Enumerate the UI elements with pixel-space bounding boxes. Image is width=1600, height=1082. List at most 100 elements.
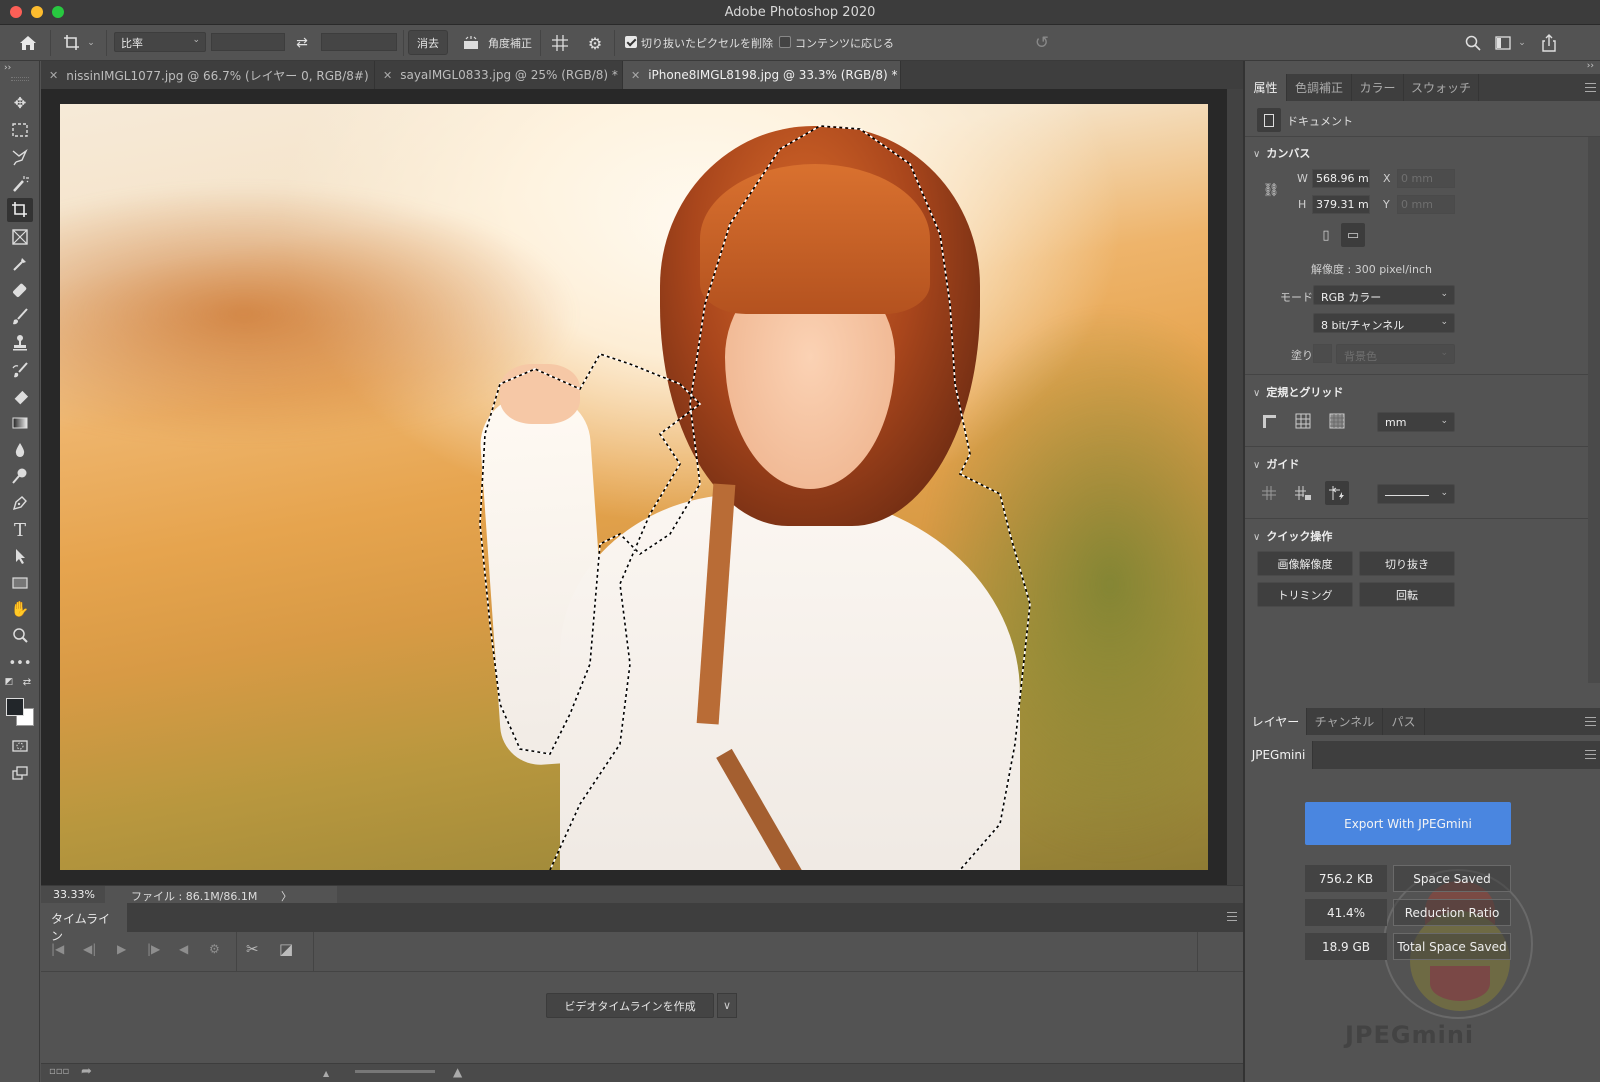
rectangle-tool-icon[interactable]	[7, 571, 33, 595]
guide-style-select[interactable]: ⌄	[1377, 484, 1455, 504]
frame-tool-icon[interactable]	[7, 225, 33, 249]
history-brush-tool-icon[interactable]	[7, 358, 33, 382]
quick-mask-icon[interactable]	[7, 734, 33, 758]
crop-width-input[interactable]	[211, 33, 285, 51]
portrait-orientation-icon[interactable]: ▯	[1314, 223, 1338, 247]
status-menu-arrow[interactable]: 〉	[281, 888, 292, 904]
swap-colors-icon[interactable]: ⇄	[20, 675, 34, 689]
workspace-chevron-icon[interactable]: ⌄	[1516, 31, 1528, 55]
crop-height-input[interactable]	[321, 33, 397, 51]
healing-brush-tool-icon[interactable]	[7, 278, 33, 302]
crop-tool-preset-icon[interactable]: ⌄	[60, 31, 98, 55]
create-video-timeline-button[interactable]: ビデオタイムラインを作成	[546, 993, 714, 1018]
tab-color[interactable]: カラー	[1352, 74, 1404, 101]
pixel-grid-icon[interactable]	[1325, 409, 1349, 433]
eyedropper-tool-icon[interactable]	[7, 252, 33, 276]
home-icon[interactable]	[16, 31, 40, 55]
zoom-out-timeline-icon[interactable]: ▲	[323, 1069, 329, 1078]
export-with-jpegmini-button[interactable]: Export With JPEGmini	[1305, 802, 1511, 845]
default-colors-icon[interactable]: ◩	[2, 675, 16, 689]
playback-settings-icon[interactable]: ⚙	[209, 942, 220, 956]
reset-icon[interactable]: ↺	[1030, 31, 1054, 55]
swap-dimensions-icon[interactable]: ⇄	[292, 31, 312, 55]
document-image[interactable]	[60, 104, 1208, 870]
collapse-panels-icon[interactable]: ››	[1587, 61, 1594, 71]
gear-icon[interactable]: ⚙	[583, 31, 607, 55]
properties-menu-icon[interactable]	[1585, 83, 1596, 92]
blur-tool-icon[interactable]	[7, 438, 33, 462]
grid-icon[interactable]	[1291, 409, 1315, 433]
play-icon[interactable]: ▶	[117, 942, 126, 956]
trim-button[interactable]: トリミング	[1257, 582, 1353, 607]
timeline-type-dropdown[interactable]: ∨	[717, 993, 737, 1018]
content-aware-checkbox[interactable]	[779, 36, 791, 48]
zoom-in-timeline-icon[interactable]: ▲	[453, 1065, 462, 1079]
timeline-menu-icon[interactable]	[1227, 912, 1237, 921]
more-tools-icon[interactable]: •••	[7, 651, 33, 675]
crop-tool-icon[interactable]	[7, 198, 33, 222]
document-tab[interactable]: ✕ sayaIMGL0833.jpg @ 25% (RGB/8) *	[375, 61, 623, 89]
previous-frame-icon[interactable]: ◀|	[83, 942, 96, 956]
delete-cropped-pixels-checkbox[interactable]	[625, 36, 637, 48]
workspace-icon[interactable]	[1492, 31, 1514, 55]
share-icon[interactable]	[1538, 31, 1560, 55]
fill-select[interactable]: 背景色 ⌄	[1336, 344, 1455, 364]
canvas-width-input[interactable]: 568.96 m	[1312, 169, 1370, 188]
tab-jpegmini[interactable]: JPEGmini	[1245, 741, 1313, 769]
clear-button[interactable]: 消去	[408, 30, 448, 55]
magic-wand-tool-icon[interactable]	[7, 172, 33, 196]
ruler-units-select[interactable]: mm ⌄	[1377, 412, 1455, 432]
landscape-orientation-icon[interactable]: ▭	[1341, 223, 1365, 247]
move-tool-icon[interactable]: ✥	[7, 91, 33, 115]
tab-properties[interactable]: 属性	[1245, 74, 1287, 101]
document-tab[interactable]: ✕ nissinIMGL1077.jpg @ 66.7% (レイヤー 0, RG…	[41, 61, 375, 89]
section-guides[interactable]: ∨ ガイド	[1253, 456, 1299, 472]
collapse-toolbar-icon[interactable]: ››	[4, 63, 11, 73]
rulers-icon[interactable]	[1257, 409, 1281, 433]
smart-guides-icon[interactable]	[1325, 481, 1349, 505]
ratio-select[interactable]: 比率 ⌄	[114, 32, 206, 52]
search-icon[interactable]	[1462, 31, 1484, 55]
dodge-tool-icon[interactable]	[7, 464, 33, 488]
screen-mode-icon[interactable]	[7, 761, 33, 785]
lasso-tool-icon[interactable]	[7, 145, 33, 169]
tab-swatches[interactable]: スウォッチ	[1404, 74, 1479, 101]
image-size-button[interactable]: 画像解像度	[1257, 551, 1353, 576]
canvas-vertical-scrollbar[interactable]	[1227, 89, 1243, 885]
properties-scrollbar[interactable]	[1588, 137, 1600, 683]
lock-guides-icon[interactable]	[1291, 481, 1315, 505]
canvas-height-input[interactable]: 379.31 mr	[1312, 195, 1370, 214]
audio-icon[interactable]: ◀	[179, 942, 188, 956]
layers-menu-icon[interactable]	[1585, 717, 1596, 726]
jpegmini-menu-icon[interactable]	[1585, 750, 1596, 759]
frame-animation-icon[interactable]: ▫▫▫	[49, 1066, 69, 1077]
close-tab-icon[interactable]: ✕	[631, 69, 640, 82]
clone-stamp-tool-icon[interactable]	[7, 331, 33, 355]
next-frame-icon[interactable]: |▶	[147, 942, 160, 956]
type-tool-icon[interactable]: T	[7, 518, 33, 542]
tab-timeline[interactable]: タイムライン	[41, 903, 127, 943]
link-dimensions-icon[interactable]: ⛓	[1259, 178, 1283, 202]
render-video-icon[interactable]: ➦	[81, 1064, 92, 1079]
timeline-zoom-slider[interactable]	[355, 1070, 435, 1073]
tab-channels[interactable]: チャンネル	[1307, 708, 1383, 735]
toolbar-grip[interactable]	[11, 77, 29, 81]
tab-adjustments[interactable]: 色調補正	[1287, 74, 1352, 101]
straighten-icon[interactable]	[460, 31, 482, 55]
brush-tool-icon[interactable]	[7, 305, 33, 329]
close-tab-icon[interactable]: ✕	[383, 69, 392, 82]
first-frame-icon[interactable]: |◀	[51, 942, 64, 956]
bit-depth-select[interactable]: 8 bit/チャンネル ⌄	[1313, 313, 1455, 333]
show-guides-icon[interactable]	[1257, 481, 1281, 505]
crop-button[interactable]: 切り抜き	[1359, 551, 1455, 576]
eraser-tool-icon[interactable]	[7, 385, 33, 409]
straighten-button[interactable]: 角度補正	[488, 35, 532, 51]
split-scissors-icon[interactable]: ✂	[246, 940, 259, 958]
fill-color-swatch[interactable]	[1313, 344, 1332, 363]
rectangular-marquee-tool-icon[interactable]	[7, 118, 33, 142]
transition-icon[interactable]: ◪	[279, 940, 293, 958]
section-rulers-grid[interactable]: ∨ 定規とグリッド	[1253, 384, 1343, 400]
color-mode-select[interactable]: RGB カラー ⌄	[1313, 285, 1455, 305]
close-tab-icon[interactable]: ✕	[49, 69, 58, 82]
overlay-grid-icon[interactable]	[548, 31, 572, 55]
